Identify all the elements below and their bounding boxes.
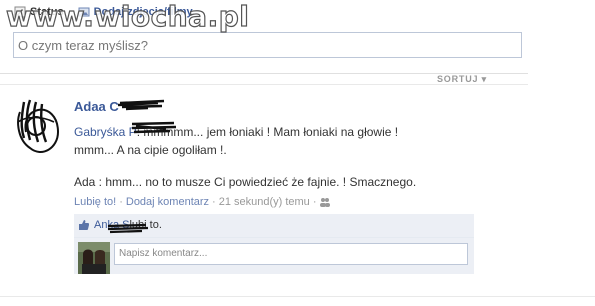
comment-link[interactable]: Dodaj komentarz (126, 196, 209, 208)
divider (0, 84, 528, 85)
commenter-avatar[interactable] (78, 242, 110, 274)
like-link[interactable]: Lubię to! (74, 196, 116, 208)
story-line: mmm... A na cipie ogoliłam !. (74, 143, 227, 157)
friends-icon (320, 198, 331, 207)
sort-label: SORTUJ (437, 74, 479, 84)
redaction-scribble (118, 99, 165, 111)
thumbs-up-icon (79, 220, 89, 230)
status-input[interactable]: O czym teraz myślisz? (13, 32, 522, 58)
redaction-scribble (131, 121, 177, 134)
story-actions: Lubię to! · Dodaj komentarz · 21 sekund(… (74, 196, 331, 208)
story-line: Ada : hmm... no to musze Ci powiedzieć ż… (74, 175, 417, 189)
author-name: Adaa C (74, 99, 119, 114)
avatar[interactable] (12, 92, 64, 160)
comment-input[interactable]: Napisz komentarz... (114, 243, 468, 265)
caret-down-icon: ▾ (481, 74, 487, 84)
story-author[interactable]: Adaa C (74, 99, 119, 114)
timestamp[interactable]: 21 sekund(y) temu (219, 196, 310, 208)
divider (0, 296, 595, 297)
separator: · (119, 196, 123, 208)
mention-link[interactable]: Gabryśka P (74, 125, 137, 139)
separator: · (212, 196, 216, 208)
separator: · (312, 196, 317, 208)
redaction-scribble (107, 223, 149, 234)
comment-composer: Napisz komentarz... (74, 238, 474, 274)
watermark-text: www.wiocha.pl (5, 0, 250, 34)
